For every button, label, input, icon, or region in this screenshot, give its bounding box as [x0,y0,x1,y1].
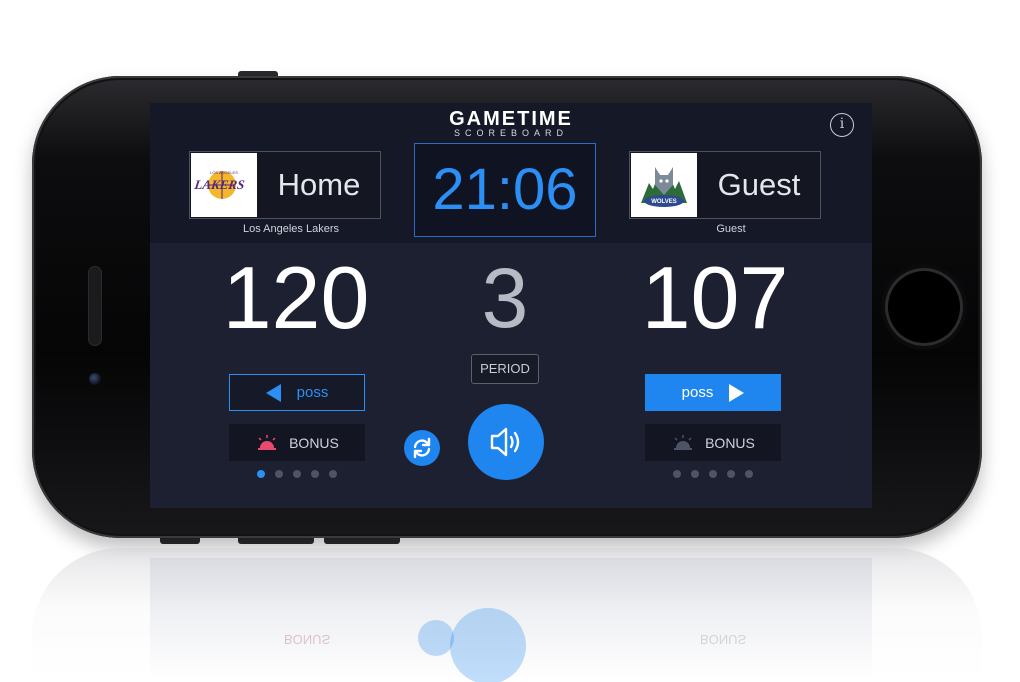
home-score[interactable]: 120 [196,253,396,343]
guest-team-box[interactable]: WOLVES Guest [629,151,821,219]
arrow-right-icon [729,383,745,402]
guest-score[interactable]: 107 [615,253,815,343]
lakers-logo-icon: LAKERS LOS ANGELES [191,153,257,217]
home-bonus-label: BONUS [289,434,339,451]
volume-button-3 [324,538,400,544]
guest-page-dots[interactable] [645,470,781,478]
guest-team-name: Guest [717,167,801,202]
home-team-name: Home [277,167,361,202]
home-team-box[interactable]: LAKERS LOS ANGELES Home [189,151,381,219]
phone-reflection: BONUS BONUS [32,548,982,682]
front-camera [89,373,101,385]
game-clock[interactable]: 21:06 [414,143,596,237]
reflection-guest-bonus: BONUS [700,632,747,647]
bonus-light-icon [258,434,277,450]
timberwolves-logo-icon: WOLVES [631,153,697,217]
period-label: PERIOD [471,354,539,384]
horn-button[interactable] [468,404,544,480]
page-dot[interactable] [275,470,283,478]
home-bonus-button[interactable]: BONUS [229,424,365,461]
reflection-horn [450,608,526,682]
reflection-home-bonus: BONUS [284,632,331,647]
bonus-light-icon [674,434,693,450]
speaker-icon [490,427,520,457]
home-button[interactable] [885,268,963,346]
swap-sides-button[interactable] [404,430,440,466]
svg-text:WOLVES: WOLVES [651,199,677,205]
scoreboard-screen: GAMETIME SCOREBOARD i LAKERS LOS ANGELES… [150,103,872,508]
guest-poss-label: poss [681,384,714,401]
guest-team-label: Guest [716,223,746,235]
volume-button-1 [160,538,200,544]
page-dot[interactable] [257,470,265,478]
home-possession-button[interactable]: poss [229,374,365,411]
page-dot[interactable] [691,470,699,478]
svg-text:LOS ANGELES: LOS ANGELES [210,170,238,175]
page-dot[interactable] [745,470,753,478]
swap-icon [413,437,431,459]
volume-button-2 [238,538,314,544]
arrow-left-icon [265,383,281,402]
page-dot[interactable] [709,470,717,478]
earpiece-speaker [88,266,102,346]
reflection-swap [418,620,454,656]
page-dot[interactable] [727,470,735,478]
home-poss-label: poss [296,384,329,401]
home-page-dots[interactable] [229,470,365,478]
svg-text:LAKERS: LAKERS [193,177,246,192]
info-icon[interactable]: i [830,113,854,137]
page-dot[interactable] [293,470,301,478]
logo-title: GAMETIME [449,108,573,130]
page-dot[interactable] [311,470,319,478]
guest-bonus-label: BONUS [705,434,755,451]
period-value[interactable]: 3 [450,253,560,343]
app-logo: GAMETIME SCOREBOARD [150,109,872,138]
page-dot[interactable] [673,470,681,478]
page-dot[interactable] [329,470,337,478]
guest-possession-button[interactable]: poss [645,374,781,411]
logo-subtitle: SCOREBOARD [453,128,568,138]
guest-bonus-button[interactable]: BONUS [645,424,781,461]
home-team-label: Los Angeles Lakers [242,223,339,235]
